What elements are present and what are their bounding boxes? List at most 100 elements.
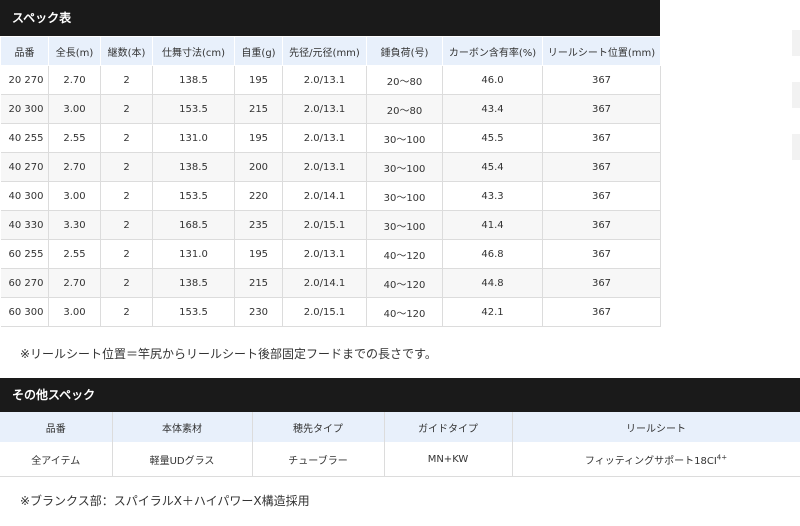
column-header: 先径/元径(mm) xyxy=(282,36,367,66)
table-cell: 200 xyxy=(234,152,283,182)
table-cell: 2.55 xyxy=(48,239,101,269)
table-cell: 2 xyxy=(100,239,153,269)
reel-seat-text: フィッティングサポート18CI xyxy=(584,455,717,467)
table-cell: 3.00 xyxy=(48,181,101,211)
reel-seat-cell: フィッティングサポート18CI4+ xyxy=(512,442,800,477)
table-cell: 43.3 xyxy=(442,181,543,211)
table-cell: 195 xyxy=(234,65,283,95)
table-cell: 40 330 xyxy=(0,210,49,240)
table-cell: 3.00 xyxy=(48,94,101,124)
column-header: 品番 xyxy=(0,36,49,66)
table-cell: 2.0/15.1 xyxy=(282,210,367,240)
other-section-title: その他スペック xyxy=(0,378,800,412)
tip-type-cell: チューブラー xyxy=(252,442,385,477)
table-cell: 367 xyxy=(542,94,661,124)
table-cell: 2 xyxy=(100,181,153,211)
table-cell: 153.5 xyxy=(152,94,235,124)
column-header: 本体素材 xyxy=(112,412,253,442)
guide-type-cell: MN+KW xyxy=(384,442,513,477)
table-cell: 60 300 xyxy=(0,297,49,327)
table-cell: 138.5 xyxy=(152,65,235,95)
table-cell: 46.0 xyxy=(442,65,543,95)
table-cell: 2.0/13.1 xyxy=(282,65,367,95)
table-cell: 42.1 xyxy=(442,297,543,327)
table-row: 40 300 3.00 2 153.5 220 2.0/14.1 30～100 43.3 367 xyxy=(0,181,661,211)
table-cell: 2 xyxy=(100,297,153,327)
table-cell: 40～120 xyxy=(366,268,443,298)
table-row: 40 330 3.30 2 168.5 235 2.0/15.1 30～100 41.4 367 xyxy=(0,210,661,240)
spec-table: 品番 全長(m) 継数(本) 仕舞寸法(cm) 自重(g) 先径/元径(mm) 錘負荷(号)… xyxy=(0,36,661,327)
table-cell: 46.8 xyxy=(442,239,543,269)
reel-seat-superscript: 4+ xyxy=(716,453,728,462)
table-cell: 40 300 xyxy=(0,181,49,211)
table-cell: 131.0 xyxy=(152,239,235,269)
table-cell: 2 xyxy=(100,123,153,153)
column-header: リールシート xyxy=(512,412,800,442)
table-cell: 2.0/14.1 xyxy=(282,268,367,298)
table-cell: 195 xyxy=(234,123,283,153)
material-cell: 軽量UDグラス xyxy=(112,442,253,477)
column-header: 品番 xyxy=(0,412,113,442)
table-cell: 30～100 xyxy=(366,152,443,182)
table-cell: 153.5 xyxy=(152,181,235,211)
table-row: 全アイテム 軽量UDグラス チューブラー MN+KW フィッティングサポート18… xyxy=(0,442,800,477)
table-cell: 2 xyxy=(100,268,153,298)
table-cell: 367 xyxy=(542,268,661,298)
table-cell: 30～100 xyxy=(366,181,443,211)
column-header: 継数(本) xyxy=(100,36,153,66)
table-cell: 30～100 xyxy=(366,210,443,240)
table-cell: 40 255 xyxy=(0,123,49,153)
table-cell: 2 xyxy=(100,152,153,182)
side-tab xyxy=(792,82,800,108)
table-cell: 3.30 xyxy=(48,210,101,240)
table-cell: 230 xyxy=(234,297,283,327)
table-cell: 20 270 xyxy=(0,65,49,95)
spec-table-header-row: 品番 全長(m) 継数(本) 仕舞寸法(cm) 自重(g) 先径/元径(mm) 錘負荷(号)… xyxy=(0,36,661,66)
table-cell: 60 255 xyxy=(0,239,49,269)
table-cell: 43.4 xyxy=(442,94,543,124)
table-cell: 367 xyxy=(542,210,661,240)
table-cell: 2 xyxy=(100,94,153,124)
table-row: 60 300 3.00 2 153.5 230 2.0/15.1 40～120 42.1 367 xyxy=(0,297,661,327)
other-table-header-row: 品番 本体素材 穂先タイプ ガイドタイプ リールシート xyxy=(0,412,800,442)
table-cell: 3.00 xyxy=(48,297,101,327)
table-cell: 41.4 xyxy=(442,210,543,240)
table-cell: 20～80 xyxy=(366,65,443,95)
column-header: 仕舞寸法(cm) xyxy=(152,36,235,66)
column-header: 錘負荷(号) xyxy=(366,36,443,66)
column-header: リールシート位置(mm) xyxy=(542,36,661,66)
table-cell: 367 xyxy=(542,152,661,182)
other-spec-table: 品番 本体素材 穂先タイプ ガイドタイプ リールシート 全アイテム 軽量UDグラス チュ… xyxy=(0,412,800,477)
spec-note: ※リールシート位置＝竿尻からリールシート後部固定フードまでの長さです。 xyxy=(20,347,437,361)
table-cell: 20～80 xyxy=(366,94,443,124)
table-cell: 195 xyxy=(234,239,283,269)
column-header: カーボン含有率(%) xyxy=(442,36,543,66)
table-cell: 40 270 xyxy=(0,152,49,182)
table-cell: 2.0/15.1 xyxy=(282,297,367,327)
table-cell: 367 xyxy=(542,297,661,327)
item-cell: 全アイテム xyxy=(0,442,113,477)
table-cell: 40～120 xyxy=(366,297,443,327)
table-cell: 235 xyxy=(234,210,283,240)
table-cell: 30～100 xyxy=(366,123,443,153)
table-cell: 2.0/13.1 xyxy=(282,239,367,269)
blanks-note: ※ブランクス部：スパイラルX＋ハイパワーX構造採用 xyxy=(20,494,310,508)
table-cell: 44.8 xyxy=(442,268,543,298)
table-cell: 131.0 xyxy=(152,123,235,153)
table-cell: 2.0/14.1 xyxy=(282,181,367,211)
table-cell: 2.70 xyxy=(48,268,101,298)
table-cell: 367 xyxy=(542,65,661,95)
table-row: 40 270 2.70 2 138.5 200 2.0/13.1 30～100 45.4 367 xyxy=(0,152,661,182)
table-cell: 45.4 xyxy=(442,152,543,182)
table-cell: 138.5 xyxy=(152,152,235,182)
table-row: 20 300 3.00 2 153.5 215 2.0/13.1 20～80 43.4 367 xyxy=(0,94,661,124)
column-header: 穂先タイプ xyxy=(252,412,385,442)
table-cell: 60 270 xyxy=(0,268,49,298)
column-header: ガイドタイプ xyxy=(384,412,513,442)
table-cell: 215 xyxy=(234,94,283,124)
table-cell: 2.0/13.1 xyxy=(282,123,367,153)
table-cell: 153.5 xyxy=(152,297,235,327)
side-tab xyxy=(792,30,800,56)
table-cell: 2 xyxy=(100,210,153,240)
column-header: 自重(g) xyxy=(234,36,283,66)
